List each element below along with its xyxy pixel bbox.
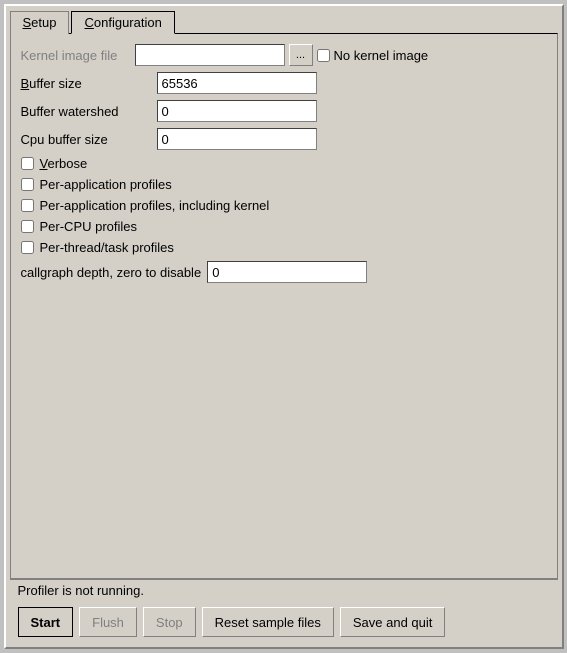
tab-configuration-label: Configuration xyxy=(84,15,161,30)
content-area: Kernel image file ... No kernel image Bu… xyxy=(10,33,558,579)
cpu-buffer-size-input[interactable] xyxy=(157,128,317,150)
button-bar: Start Flush Stop Reset sample files Save… xyxy=(10,601,558,643)
tab-setup-label: Setup xyxy=(23,15,57,30)
per-app-profiles-kernel-checkbox[interactable] xyxy=(21,199,34,212)
per-cpu-profiles-checkbox[interactable] xyxy=(21,220,34,233)
callgraph-row: callgraph depth, zero to disable xyxy=(21,261,547,283)
callgraph-label: callgraph depth, zero to disable xyxy=(21,265,202,280)
per-app-profiles-kernel-row: Per-application profiles, including kern… xyxy=(21,198,547,213)
cpu-buffer-size-label: Cpu buffer size xyxy=(21,132,151,147)
save-and-quit-button[interactable]: Save and quit xyxy=(340,607,446,637)
stop-button[interactable]: Stop xyxy=(143,607,196,637)
per-cpu-profiles-row: Per-CPU profiles xyxy=(21,219,547,234)
browse-button[interactable]: ... xyxy=(289,44,313,66)
status-bar: Profiler is not running. xyxy=(10,579,558,601)
cpu-buffer-size-row: Cpu buffer size xyxy=(21,128,547,150)
status-text: Profiler is not running. xyxy=(18,583,144,598)
buffer-watershed-input[interactable] xyxy=(157,100,317,122)
per-app-profiles-checkbox[interactable] xyxy=(21,178,34,191)
buffer-size-label: Buffer size xyxy=(21,76,151,91)
per-app-profiles-row: Per-application profiles xyxy=(21,177,547,192)
main-window: Setup Configuration Kernel image file ..… xyxy=(4,4,564,649)
reset-sample-files-button[interactable]: Reset sample files xyxy=(202,607,334,637)
buffer-size-row: Buffer size xyxy=(21,72,547,94)
kernel-image-label: Kernel image file xyxy=(21,48,131,63)
tab-bar: Setup Configuration xyxy=(6,6,562,33)
no-kernel-label: No kernel image xyxy=(334,48,429,63)
spacer xyxy=(21,289,547,568)
per-thread-profiles-row: Per-thread/task profiles xyxy=(21,240,547,255)
flush-button[interactable]: Flush xyxy=(79,607,137,637)
verbose-row: Verbose xyxy=(21,156,547,171)
buffer-size-input[interactable] xyxy=(157,72,317,94)
callgraph-input[interactable] xyxy=(207,261,367,283)
verbose-label: Verbose xyxy=(40,156,88,171)
no-kernel-checkbox[interactable] xyxy=(317,49,330,62)
per-thread-profiles-label: Per-thread/task profiles xyxy=(40,240,174,255)
per-app-profiles-kernel-label: Per-application profiles, including kern… xyxy=(40,198,270,213)
start-button[interactable]: Start xyxy=(18,607,74,637)
per-thread-profiles-checkbox[interactable] xyxy=(21,241,34,254)
per-cpu-profiles-label: Per-CPU profiles xyxy=(40,219,138,234)
buffer-watershed-row: Buffer watershed xyxy=(21,100,547,122)
per-app-profiles-label: Per-application profiles xyxy=(40,177,172,192)
tab-setup[interactable]: Setup xyxy=(10,11,70,34)
buffer-watershed-label: Buffer watershed xyxy=(21,104,151,119)
kernel-image-row: Kernel image file ... No kernel image xyxy=(21,44,547,66)
tab-configuration[interactable]: Configuration xyxy=(71,11,174,34)
verbose-checkbox[interactable] xyxy=(21,157,34,170)
kernel-image-input[interactable] xyxy=(135,44,285,66)
